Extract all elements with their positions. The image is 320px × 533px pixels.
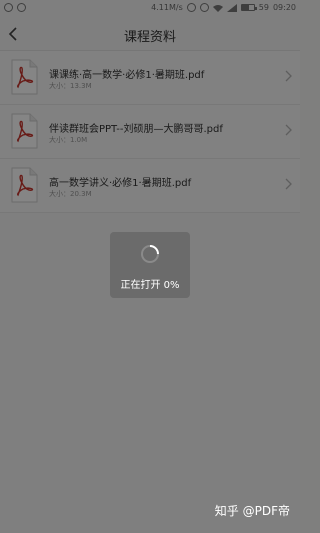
spinner-icon — [141, 245, 159, 263]
loading-text: 正在打开 0% — [120, 280, 180, 291]
dim-overlay: 正在打开 0% 知乎 @PDF帝 — [0, 0, 300, 533]
watermark: 知乎 @PDF帝 — [214, 504, 290, 518]
loading-toast: 正在打开 0% — [110, 232, 190, 298]
